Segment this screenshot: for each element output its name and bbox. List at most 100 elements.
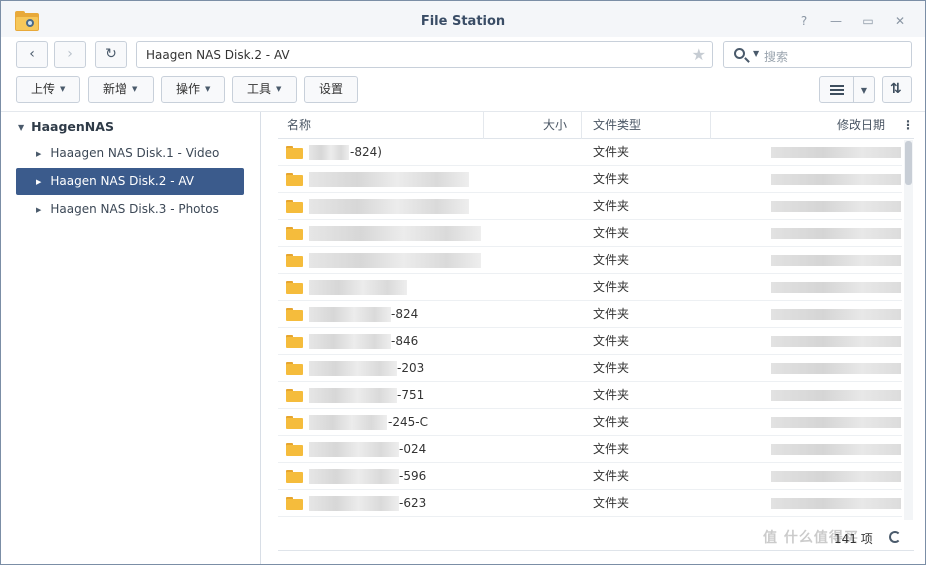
redacted-date [771,201,901,212]
file-name: -203 [397,361,425,375]
refresh-button[interactable]: ↻ [95,41,127,68]
search-icon[interactable] [734,48,745,59]
chevron-down-icon: ▼ [276,85,282,93]
tools-label: 工具 [247,82,272,96]
sidebar-item-disk1[interactable]: ▶ Haaagen NAS Disk.1 - Video [16,140,244,167]
folder-icon [286,362,303,375]
tree-root[interactable]: ▼ HaagenNAS [18,119,114,134]
column-divider[interactable] [581,112,582,139]
table-row[interactable]: -024 文件夹 [278,436,902,463]
redacted-date [771,471,901,482]
column-divider[interactable] [483,112,484,139]
redacted-name [309,388,397,403]
sidebar-item-disk2[interactable]: ▶ Haagen NAS Disk.2 - AV [16,168,244,195]
column-name[interactable]: 名称 [287,112,311,139]
table-row[interactable]: -824) 文件夹 [278,139,902,166]
current-path: Haagen NAS Disk.2 - AV [146,48,290,62]
column-modified[interactable]: 修改日期 [837,112,885,139]
item-count: 141 项 [834,532,873,546]
chevron-down-icon: ▼ [60,85,66,93]
redacted-date [771,147,901,158]
file-name: -846 [391,334,419,348]
folder-icon [286,227,303,240]
refresh-icon: ↻ [105,46,117,62]
action-button[interactable]: 操作 ▼ [161,76,225,103]
path-bar[interactable]: Haagen NAS Disk.2 - AV ★ [136,41,713,68]
scrollbar-thumb[interactable] [905,141,912,185]
column-size[interactable]: 大小 [543,112,567,139]
back-button[interactable]: ‹ [16,41,48,68]
redacted-date [771,444,901,455]
folder-icon [286,281,303,294]
redacted-name [309,280,407,295]
list-view-button[interactable] [819,76,854,103]
settings-button[interactable]: 设置 [304,76,358,103]
chevron-left-icon: ‹ [29,46,35,62]
redacted-name [309,226,481,241]
file-type: 文件夹 [593,415,630,429]
table-row[interactable]: 文件夹 [278,274,902,301]
table-row[interactable]: 文件夹 [278,166,902,193]
create-button[interactable]: 新增 ▼ [88,76,154,103]
folder-icon [286,173,303,186]
sidebar: ▼ HaagenNAS ▶ Haaagen NAS Disk.1 - Video ▶… [1,112,261,564]
close-button[interactable]: ✕ [892,13,908,29]
forward-button[interactable]: › [54,41,86,68]
table-row[interactable]: -824 文件夹 [278,301,902,328]
file-type: 文件夹 [593,199,630,213]
folder-icon [286,200,303,213]
expand-right-icon[interactable]: ▶ [36,206,41,214]
folder-icon [286,146,303,159]
redacted-date [771,228,901,239]
redacted-name [309,415,387,430]
column-type[interactable]: 文件类型 [593,112,641,139]
redacted-date [771,282,901,293]
table-row[interactable]: -245-C 文件夹 [278,409,902,436]
sort-button[interactable]: ⇅ [882,76,912,103]
file-name: -024 [399,442,427,456]
folder-icon [286,308,303,321]
redacted-name [309,199,469,214]
refresh-icon[interactable] [889,531,901,543]
expand-right-icon[interactable]: ▶ [36,150,41,158]
chevron-right-icon: › [67,46,73,62]
column-menu-icon[interactable]: ⋮ [902,112,914,139]
help-button[interactable]: ? [796,13,812,29]
sort-icon: ⇅ [890,81,902,97]
minimize-button[interactable]: — [828,13,844,29]
redacted-date [771,390,901,401]
vertical-scrollbar[interactable] [904,140,913,520]
tools-button[interactable]: 工具 ▼ [232,76,297,103]
expand-right-icon[interactable]: ▶ [36,178,41,186]
file-type: 文件夹 [593,361,630,375]
redacted-name [309,361,397,376]
redacted-name [309,469,399,484]
search-input[interactable]: ▼ 搜索 [723,41,912,68]
table-row[interactable]: 文件夹 [278,247,902,274]
upload-button[interactable]: 上传 ▼ [16,76,80,103]
expand-down-icon[interactable]: ▼ [18,123,24,132]
view-dropdown-button[interactable]: ▼ [853,76,875,103]
star-icon[interactable]: ★ [692,45,706,64]
chevron-down-icon: ▼ [860,86,868,95]
table-row[interactable]: -623 文件夹 [278,490,902,517]
table-row[interactable]: -596 文件夹 [278,463,902,490]
list-view-icon [830,85,844,95]
file-type: 文件夹 [593,172,630,186]
table-row[interactable]: -751 文件夹 [278,382,902,409]
table-row[interactable]: 文件夹 [278,220,902,247]
redacted-name [309,496,399,511]
maximize-button[interactable]: ▭ [860,13,876,29]
chevron-down-icon: ▼ [132,85,138,93]
redacted-date [771,174,901,185]
sidebar-item-disk3[interactable]: ▶ Haagen NAS Disk.3 - Photos [16,196,244,223]
table-row[interactable]: -203 文件夹 [278,355,902,382]
column-divider[interactable] [710,112,711,139]
folder-icon [286,254,303,267]
table-row[interactable]: 文件夹 [278,193,902,220]
chevron-down-icon[interactable]: ▼ [753,49,759,58]
redacted-name [309,307,391,322]
redacted-date [771,363,901,374]
table-row[interactable]: -846 文件夹 [278,328,902,355]
file-type: 文件夹 [593,334,630,348]
